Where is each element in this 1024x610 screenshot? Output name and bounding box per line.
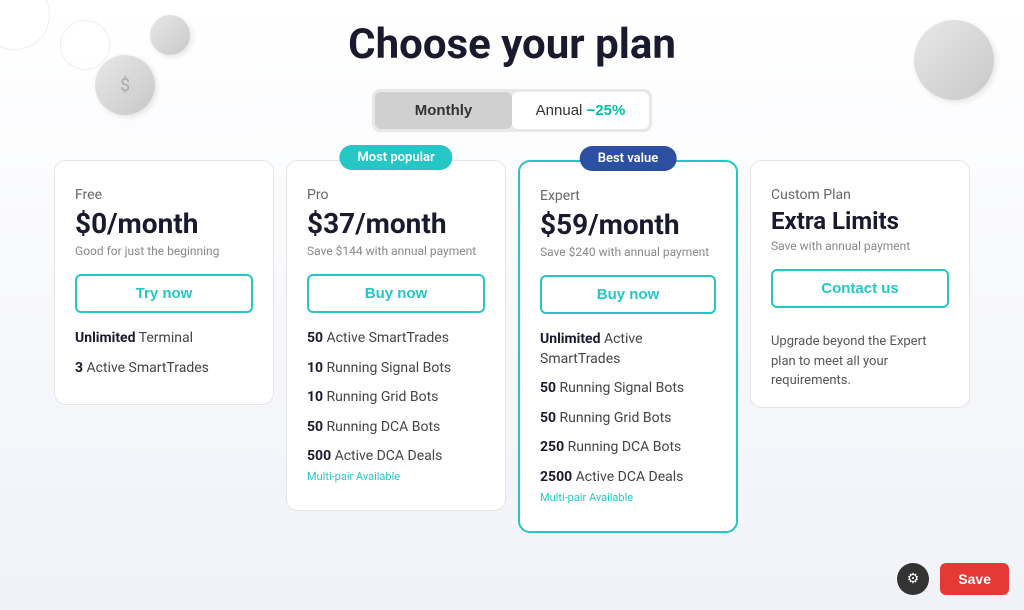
custom-desc: Upgrade beyond the Expert plan to meet a…	[771, 332, 949, 391]
plan-savings-expert: Save $240 with annual payment	[540, 245, 716, 261]
feature-item: 10 Running Signal Bots	[307, 359, 485, 379]
feature-item: Unlimited Active SmartTrades	[540, 330, 716, 369]
feature-text: Active SmartTrades	[323, 330, 449, 346]
plan-type-pro: Pro	[307, 187, 485, 203]
plan-card-pro: Most popular Pro $37/month Save $144 wit…	[286, 160, 506, 511]
plans-container: Free $0/month Good for just the beginnin…	[0, 160, 1024, 533]
feature-text: Running Signal Bots	[323, 360, 451, 376]
plan-type-expert: Expert	[540, 188, 716, 204]
save-button[interactable]: Save	[940, 563, 1009, 595]
feature-item: Unlimited Terminal	[75, 329, 253, 349]
feature-item: 10 Running Grid Bots	[307, 388, 485, 408]
feature-text: Running Grid Bots	[323, 389, 438, 405]
plan-type-free: Free	[75, 187, 253, 203]
feature-bold: 50	[540, 380, 556, 396]
feature-bold: 2500	[540, 469, 572, 485]
feature-text: Running Signal Bots	[556, 380, 684, 396]
feature-text: Active DCA Deals	[572, 469, 683, 485]
feature-bold: Unlimited	[75, 330, 136, 346]
feature-bold: Unlimited	[540, 331, 601, 347]
plan-price-free: $0/month	[75, 207, 253, 240]
billing-toggle: Monthly Annual −25%	[372, 89, 652, 132]
features-list: Unlimited Active SmartTrades 50 Running S…	[540, 330, 716, 505]
feature-text: Running DCA Bots	[564, 439, 681, 455]
feature-bold: 250	[540, 439, 564, 455]
feature-bold: 50	[307, 419, 323, 435]
billing-toggle-container: Monthly Annual −25%	[0, 89, 1024, 132]
feature-item: 50 Running Grid Bots	[540, 409, 716, 429]
feature-text: Terminal	[136, 330, 193, 346]
feature-text: Running Grid Bots	[556, 410, 671, 426]
settings-icon[interactable]: ⚙	[897, 563, 929, 595]
feature-text: Running DCA Bots	[323, 419, 440, 435]
plan-btn-custom[interactable]: Contact us	[771, 269, 949, 308]
plan-badge-pro: Most popular	[339, 145, 452, 170]
features-list: 50 Active SmartTrades10 Running Signal B…	[307, 329, 485, 484]
page-title: Choose your plan	[0, 8, 1024, 89]
features-list: Unlimited Terminal 3 Active SmartTrades	[75, 329, 253, 378]
feature-item: 50 Active SmartTrades	[307, 329, 485, 349]
feature-bold: 50	[540, 410, 556, 426]
feature-item: 50 Running Signal Bots	[540, 379, 716, 399]
annual-toggle-btn[interactable]: Annual −25%	[512, 92, 649, 129]
page-wrapper: $ Choose your plan Monthly Annual −25% F…	[0, 0, 1024, 610]
multi-pair-label: Multi-pair Available	[307, 469, 485, 484]
feature-item: 250 Running DCA Bots	[540, 438, 716, 458]
feature-bold: 500	[307, 448, 331, 464]
feature-item: 500 Active DCA Deals Multi-pair Available	[307, 447, 485, 484]
main-content: Choose your plan Monthly Annual −25% Fre…	[0, 0, 1024, 533]
plan-badge-expert: Best value	[580, 146, 677, 171]
plan-price-expert: $59/month	[540, 208, 716, 241]
plan-btn-expert[interactable]: Buy now	[540, 275, 716, 314]
multi-pair-label: Multi-pair Available	[540, 490, 716, 505]
feature-item: 50 Running DCA Bots	[307, 418, 485, 438]
discount-label: −25%	[587, 102, 626, 119]
feature-item: 2500 Active DCA Deals Multi-pair Availabl…	[540, 468, 716, 505]
monthly-toggle-btn[interactable]: Monthly	[375, 92, 512, 129]
plan-card-free: Free $0/month Good for just the beginnin…	[54, 160, 274, 405]
feature-bold: 10	[307, 389, 323, 405]
feature-bold: 50	[307, 330, 323, 346]
plan-type-custom: Custom Plan	[771, 187, 949, 203]
feature-bold: 10	[307, 360, 323, 376]
plan-card-custom: Custom Plan Extra Limits Save with annua…	[750, 160, 970, 408]
plan-price-custom: Extra Limits	[771, 207, 949, 235]
annual-label: Annual	[536, 102, 583, 119]
feature-bold: 3	[75, 360, 83, 376]
plan-price-pro: $37/month	[307, 207, 485, 240]
plan-savings-pro: Save $144 with annual payment	[307, 244, 485, 260]
feature-text: Active DCA Deals	[331, 448, 442, 464]
plan-btn-pro[interactable]: Buy now	[307, 274, 485, 313]
plan-btn-free[interactable]: Try now	[75, 274, 253, 313]
plan-card-expert: Best value Expert $59/month Save $240 wi…	[518, 160, 738, 533]
plan-savings-free: Good for just the beginning	[75, 244, 253, 260]
feature-text: Active SmartTrades	[83, 360, 209, 376]
feature-item: 3 Active SmartTrades	[75, 359, 253, 379]
plan-savings-custom: Save with annual payment	[771, 239, 949, 255]
